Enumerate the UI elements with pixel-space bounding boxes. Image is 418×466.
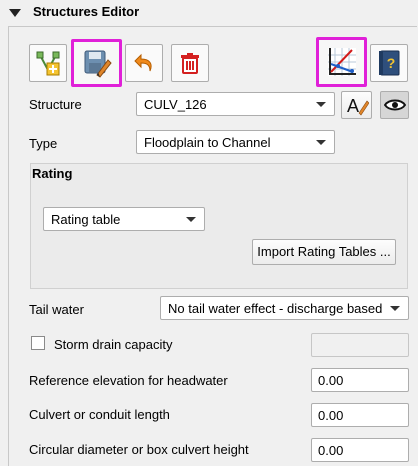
culvert-length-label: Culvert or conduit length bbox=[29, 407, 170, 422]
svg-text:?: ? bbox=[387, 55, 396, 71]
rating-title: Rating bbox=[32, 166, 73, 181]
storm-drain-field bbox=[311, 333, 409, 357]
svg-text:A: A bbox=[347, 96, 359, 116]
toggle-visibility-button[interactable] bbox=[380, 91, 409, 119]
chevron-down-icon bbox=[390, 306, 400, 311]
add-structure-button[interactable] bbox=[29, 44, 67, 82]
type-value: Floodplain to Channel bbox=[144, 135, 271, 150]
tail-water-value: No tail water effect - discharge based c bbox=[168, 301, 386, 316]
rating-method-value: Rating table bbox=[51, 212, 121, 227]
delete-button[interactable] bbox=[171, 44, 209, 82]
eye-icon bbox=[383, 99, 406, 111]
import-rating-tables-button[interactable]: Import Rating Tables ... bbox=[252, 239, 396, 265]
save-edit-icon bbox=[84, 50, 112, 78]
chevron-down-icon bbox=[316, 140, 326, 145]
panel-title: Structures Editor bbox=[33, 4, 140, 19]
storm-drain-label: Storm drain capacity bbox=[54, 337, 173, 352]
storm-drain-checkbox[interactable] bbox=[31, 336, 45, 350]
reference-elevation-value: 0.00 bbox=[318, 373, 344, 388]
structure-value: CULV_126 bbox=[144, 97, 207, 112]
culvert-length-field[interactable]: 0.00 bbox=[311, 403, 409, 427]
undo-button[interactable] bbox=[125, 44, 163, 82]
add-structure-icon bbox=[36, 51, 60, 76]
diameter-label: Circular diameter or box culvert height bbox=[29, 442, 249, 457]
tail-water-select[interactable]: No tail water effect - discharge based c bbox=[160, 296, 409, 320]
reference-elevation-label: Reference elevation for headwater bbox=[29, 373, 228, 388]
rename-icon: A bbox=[347, 96, 369, 116]
rating-plot-icon bbox=[327, 48, 356, 76]
undo-icon bbox=[134, 53, 152, 72]
rating-plot-button[interactable] bbox=[316, 37, 367, 87]
structure-select[interactable]: CULV_126 bbox=[136, 92, 335, 116]
help-button[interactable]: ? bbox=[370, 44, 408, 82]
chevron-down-icon bbox=[186, 217, 196, 222]
rating-method-select[interactable]: Rating table bbox=[43, 207, 205, 231]
chevron-down-icon bbox=[316, 102, 326, 107]
type-label: Type bbox=[29, 136, 58, 151]
reference-elevation-field[interactable]: 0.00 bbox=[311, 368, 409, 392]
help-book-icon: ? bbox=[379, 50, 400, 76]
collapse-arrow-icon[interactable] bbox=[9, 9, 21, 17]
save-edit-button[interactable] bbox=[71, 39, 122, 87]
diameter-value: 0.00 bbox=[318, 443, 344, 458]
structure-label: Structure bbox=[29, 97, 82, 112]
rename-button[interactable]: A bbox=[341, 91, 372, 119]
culvert-length-value: 0.00 bbox=[318, 408, 344, 423]
delete-icon bbox=[181, 53, 199, 74]
tail-water-label: Tail water bbox=[29, 302, 84, 317]
diameter-field[interactable]: 0.00 bbox=[311, 438, 409, 462]
type-select[interactable]: Floodplain to Channel bbox=[136, 130, 335, 154]
